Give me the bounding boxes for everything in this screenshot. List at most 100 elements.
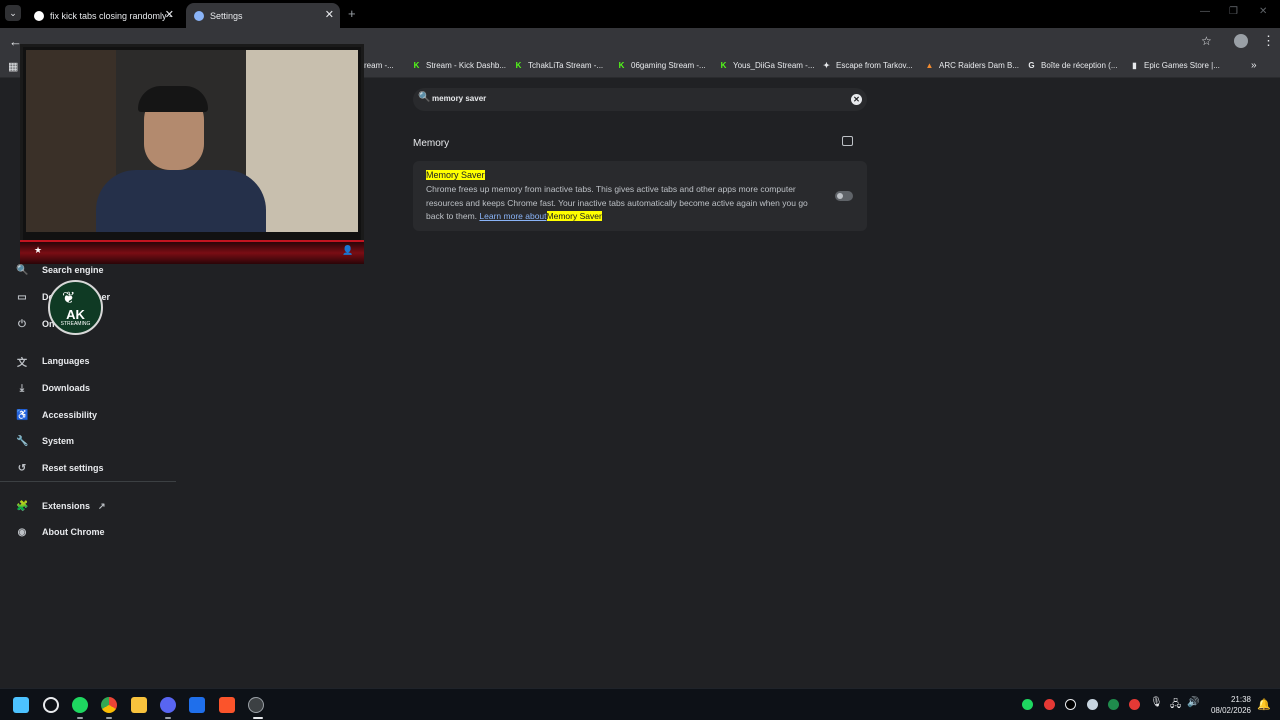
nav-label: Reset settings <box>42 463 104 473</box>
nav-label: Downloads <box>42 383 91 393</box>
clock[interactable]: 21:38 08/02/2026 <box>1206 694 1251 716</box>
nav-label: Languages <box>42 356 90 366</box>
close-tab-icon[interactable]: ✕ <box>325 8 334 21</box>
memory-saver-toggle[interactable] <box>835 191 853 201</box>
record-icon[interactable] <box>1129 699 1140 710</box>
clear-search-icon[interactable]: ✕ <box>851 94 862 105</box>
new-tab-button[interactable]: + <box>348 6 356 21</box>
taskbar: 🎙 🖧 🔊 21:38 08/02/2026 🔔 <box>0 688 1280 720</box>
overlay-bar <box>20 240 364 264</box>
star-icon: ★ <box>34 245 43 255</box>
bookmarks-overflow-icon[interactable]: » <box>1251 60 1257 71</box>
tab-strip: ⌄ fix kick tabs closing randomly - ✕ Set… <box>0 0 1280 28</box>
nav-label: About Chrome <box>42 527 105 537</box>
file-explorer-icon[interactable] <box>131 697 147 713</box>
bookmark-item[interactable]: K Yous_DiiGa Stream -... <box>719 61 815 70</box>
nav-label: System <box>42 436 75 446</box>
learn-more-link[interactable]: Learn more about <box>479 211 546 221</box>
tab-settings[interactable]: Settings ✕ <box>186 3 340 28</box>
search-icon[interactable] <box>43 697 59 713</box>
search-value: memory saver <box>432 94 487 103</box>
nav-label: Accessibility <box>42 410 98 420</box>
bookmark-item[interactable]: ▲ ARC Raiders Dam B... <box>925 61 1020 70</box>
clock-date: 08/02/2026 <box>1210 706 1251 715</box>
maximize-button[interactable]: ❐ <box>1229 6 1238 17</box>
nav-accessibility[interactable]: ♿ Accessibility <box>16 406 97 424</box>
tiktok-icon[interactable] <box>1065 699 1076 710</box>
link-text: Learn more about <box>479 211 547 221</box>
external-link-icon: ↗ <box>98 500 106 511</box>
bookmark-label: ream -... <box>364 61 394 70</box>
running-indicator <box>106 717 112 719</box>
arc-raiders-icon: ▲ <box>925 61 934 70</box>
memory-saver-card: Memory Saver Chrome frees up memory from… <box>413 161 867 231</box>
nav-downloads[interactable]: ⤓ Downloads <box>16 379 90 397</box>
nav-label: Search engine <box>42 265 104 275</box>
nav-divider <box>0 481 176 482</box>
mic-muted-icon[interactable] <box>1044 699 1055 710</box>
bookmark-item[interactable]: K Stream - Kick Dashb... <box>412 61 506 70</box>
nav-languages[interactable]: 文 Languages <box>16 352 90 370</box>
wrench-icon: 🔧 <box>16 435 29 447</box>
discord-icon[interactable] <box>160 697 176 713</box>
cap <box>138 86 208 112</box>
nav-system[interactable]: 🔧 System <box>16 432 74 450</box>
menu-kebab-icon[interactable]: ⋮ <box>1262 33 1275 49</box>
logo-text: AK <box>66 307 85 322</box>
kick-icon: K <box>515 61 522 70</box>
toggle-knob <box>837 193 843 199</box>
kick-icon: K <box>720 61 727 70</box>
spotify-tray-icon[interactable] <box>1022 699 1033 710</box>
bookmark-item[interactable]: ream -... <box>364 61 394 70</box>
green-app-icon[interactable] <box>1108 699 1119 710</box>
nav-label: Extensions <box>42 501 91 511</box>
bookmark-item[interactable]: ▮ Epic Games Store |... <box>1130 61 1220 70</box>
chrome-icon[interactable] <box>101 697 117 713</box>
bookmark-label: Yous_DiiGa Stream -... <box>733 61 815 70</box>
spotify-icon[interactable] <box>72 697 88 713</box>
google-icon <box>34 10 44 21</box>
network-icon[interactable]: 🖧 <box>1170 697 1181 714</box>
epic-games-icon: ▮ <box>1132 61 1137 70</box>
bookmark-label: ARC Raiders Dam B... <box>939 61 1020 70</box>
nav-reset-settings[interactable]: ↺ Reset settings <box>16 459 104 477</box>
bookmark-item[interactable]: ✦ Escape from Tarkov... <box>822 61 913 70</box>
close-window-button[interactable]: ✕ <box>1259 6 1267 17</box>
notification-icon[interactable]: 🔔 <box>1257 698 1271 711</box>
photos-icon[interactable] <box>189 697 205 713</box>
start-icon[interactable] <box>13 697 29 713</box>
bookmark-item[interactable]: K TchakLiTa Stream -... <box>514 61 604 70</box>
settings-search-input[interactable]: 🔍 memory saver ✕ <box>413 88 867 111</box>
tab-search-result[interactable]: fix kick tabs closing randomly - ✕ <box>26 3 180 28</box>
wings-icon: ❦ <box>62 290 76 307</box>
bookmark-star-icon[interactable]: ☆ <box>1201 34 1212 48</box>
apps-icon[interactable]: ▦ <box>8 60 18 73</box>
user-icon: 👤 <box>342 245 354 255</box>
tarkov-icon: ✦ <box>823 61 830 70</box>
setting-description: Chrome frees up memory from inactive tab… <box>426 183 816 224</box>
feedback-icon[interactable] <box>842 136 853 146</box>
bookmark-label: Escape from Tarkov... <box>836 61 913 70</box>
bookmark-item[interactable]: G Boîte de réception (... <box>1027 61 1117 70</box>
running-indicator <box>165 717 171 719</box>
volume-icon[interactable]: 🔊 <box>1187 697 1199 708</box>
minimize-button[interactable]: — <box>1200 6 1210 17</box>
bookmark-item[interactable]: K 06gaming Stream -... <box>617 61 706 70</box>
tab-search-button[interactable]: ⌄ <box>5 5 21 21</box>
microphone-icon[interactable]: 🎙 <box>1150 697 1163 708</box>
nav-about-chrome[interactable]: ◉ About Chrome <box>16 523 105 541</box>
brave-icon[interactable] <box>219 697 235 713</box>
webcam-overlay: ★ 👤 <box>20 44 364 264</box>
browser-icon: ▭ <box>17 291 27 303</box>
close-tab-icon[interactable]: ✕ <box>165 8 174 21</box>
steam-icon[interactable] <box>1087 699 1098 710</box>
reset-icon: ↺ <box>17 462 27 474</box>
bookmark-label: Epic Games Store |... <box>1144 61 1220 70</box>
obs-icon[interactable] <box>248 697 264 713</box>
link-highlight[interactable]: Memory Saver <box>546 211 602 221</box>
nav-extensions[interactable]: 🧩 Extensions ↗ <box>16 497 106 515</box>
gear-icon <box>194 10 204 21</box>
section-title: Memory <box>413 138 450 149</box>
profile-avatar[interactable] <box>1234 34 1248 48</box>
puzzle-icon: 🧩 <box>16 500 29 512</box>
